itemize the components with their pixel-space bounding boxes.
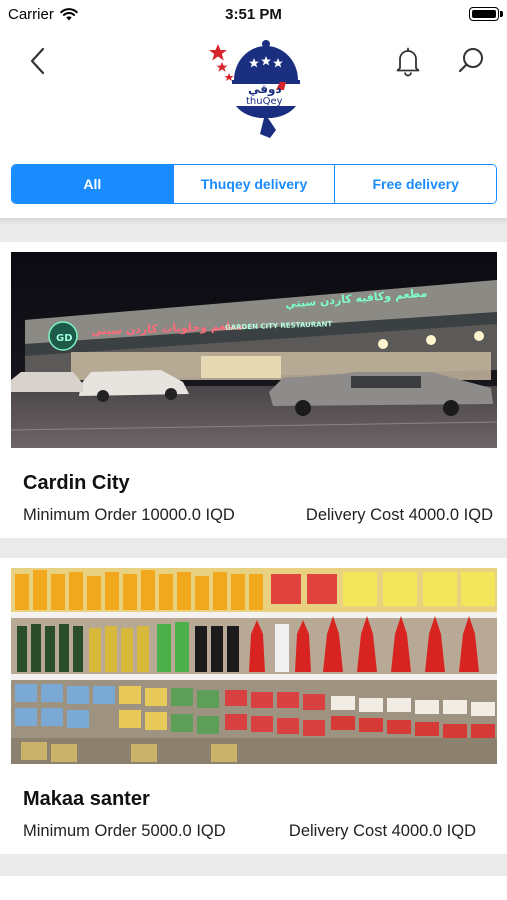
status-time: 3:51 PM	[225, 6, 282, 23]
search-button[interactable]	[454, 44, 488, 78]
nav-bar: ذوقي thuQey	[0, 30, 507, 142]
delivery-cost-label: Delivery Cost 4000.0 IQD	[288, 822, 476, 840]
min-order-label: Minimum Order 10000.0 IQD	[23, 506, 235, 524]
delivery-cost-label: Delivery Cost 4000.0 IQD	[305, 506, 493, 524]
chevron-left-icon	[30, 47, 45, 75]
store-name: Makaa santer	[23, 788, 150, 810]
notifications-button[interactable]	[391, 44, 425, 78]
logo-latin-text: thuQey	[246, 96, 283, 107]
store-card[interactable]: GD مطعم وكافيه كاردن سيتي مطعم وحلويات ك…	[0, 242, 507, 538]
store-name: Cardin City	[23, 472, 130, 494]
logo-arabic-text: ذوقي	[248, 82, 282, 96]
store-image: GD مطعم وكافيه كاردن سيتي مطعم وحلويات ك…	[11, 252, 497, 448]
app-logo: ذوقي thuQey	[202, 34, 306, 142]
back-button[interactable]	[22, 44, 52, 78]
store-card-partial[interactable]	[0, 876, 507, 900]
delivery-filter-tabs: All Thuqey delivery Free delivery	[11, 164, 497, 204]
store-card[interactable]: Makaa santer Minimum Order 5000.0 IQD De…	[0, 558, 507, 854]
store-details: Minimum Order 10000.0 IQD Delivery Cost …	[23, 506, 493, 525]
min-order-label: Minimum Order 5000.0 IQD	[23, 822, 226, 840]
store-details: Minimum Order 5000.0 IQD Delivery Cost 4…	[23, 822, 476, 841]
tab-thuqey-delivery[interactable]: Thuqey delivery	[173, 165, 336, 203]
store-image	[11, 568, 497, 764]
tab-all[interactable]: All	[12, 165, 174, 203]
status-bar: Carrier 3:51 PM	[0, 0, 507, 30]
tab-free-delivery[interactable]: Free delivery	[335, 165, 496, 203]
svg-text:GD: GD	[56, 333, 73, 344]
filter-divider	[0, 218, 507, 226]
bell-icon	[396, 47, 420, 77]
store-list[interactable]: GD مطعم وكافيه كاردن سيتي مطعم وحلويات ك…	[0, 226, 507, 900]
search-icon	[458, 48, 483, 73]
battery-icon	[469, 7, 503, 21]
